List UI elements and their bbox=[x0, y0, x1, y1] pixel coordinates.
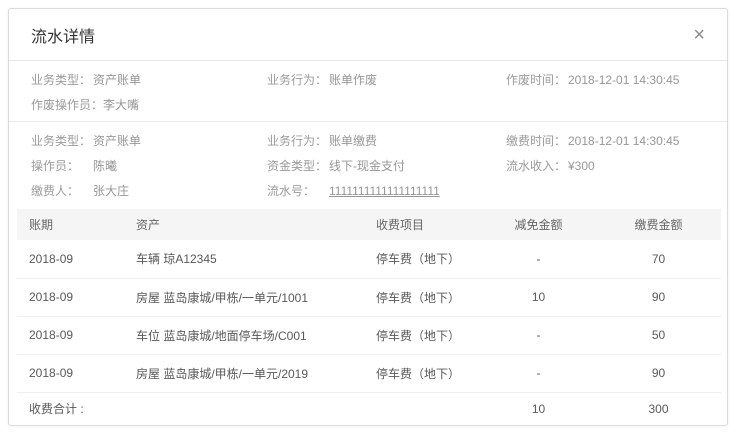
field-void-time: 作废时间： 2018-12-01 14:30:45 bbox=[506, 67, 705, 92]
cell-asset: 房屋 蓝岛康城/甲栋/一单元/1001 bbox=[124, 278, 364, 316]
charge-table: 账期 资产 收费项目 减免金额 缴费金额 2018-09 车辆 琼A12345 … bbox=[17, 209, 721, 425]
field-label: 业务行为： bbox=[267, 132, 329, 149]
modal-header: 流水详情 × bbox=[9, 9, 727, 61]
col-header-asset: 资产 bbox=[124, 209, 364, 240]
field-flow-no: 流水号： 1111111111111111111 bbox=[267, 178, 506, 203]
col-header-reduction: 减免金额 bbox=[481, 209, 596, 240]
field-value: 资产账单 bbox=[93, 132, 141, 149]
field-empty bbox=[506, 178, 705, 203]
footer-reduction-total: 10 bbox=[481, 392, 596, 425]
field-label: 流水号： bbox=[267, 182, 329, 199]
table-row: 2018-09 房屋 蓝岛康城/甲栋/一单元/1001 停车费（地下） 10 9… bbox=[17, 278, 721, 316]
field-label: 流水收入： bbox=[506, 157, 568, 174]
field-value: ¥300 bbox=[568, 159, 595, 173]
cell-reduction: - bbox=[481, 240, 596, 278]
field-value: 线下-现金支付 bbox=[329, 157, 405, 174]
field-value: 账单缴费 bbox=[329, 132, 377, 149]
col-header-period: 账期 bbox=[17, 209, 124, 240]
field-business-action: 业务行为： 账单作废 bbox=[267, 67, 506, 92]
close-icon[interactable]: × bbox=[693, 25, 705, 45]
field-value: 李大嘴 bbox=[103, 96, 139, 113]
cell-reduction: 10 bbox=[481, 278, 596, 316]
field-label: 作废操作员： bbox=[31, 96, 103, 113]
cell-charge-item: 停车费（地下） bbox=[364, 240, 481, 278]
cell-reduction: - bbox=[481, 316, 596, 354]
field-label: 业务类型： bbox=[31, 71, 93, 88]
field-fund-type: 资金类型： 线下-现金支付 bbox=[267, 153, 506, 178]
cell-asset: 车位 蓝岛康城/地面停车场/C001 bbox=[124, 316, 364, 354]
field-business-type: 业务类型： 资产账单 bbox=[31, 67, 267, 92]
table-row: 2018-09 车辆 琼A12345 停车费（地下） - 70 bbox=[17, 240, 721, 278]
footer-amount-total: 300 bbox=[596, 392, 721, 425]
cell-period: 2018-09 bbox=[17, 240, 124, 278]
field-value: 2018-12-01 14:30:45 bbox=[568, 73, 679, 87]
col-header-charge-item: 收费项目 bbox=[364, 209, 481, 240]
field-label: 操作员： bbox=[31, 157, 93, 174]
cell-asset: 车辆 琼A12345 bbox=[124, 240, 364, 278]
field-business-type: 业务类型： 资产账单 bbox=[31, 128, 267, 153]
field-value: 账单作废 bbox=[329, 71, 377, 88]
cell-amount: 50 bbox=[596, 316, 721, 354]
cell-amount: 70 bbox=[596, 240, 721, 278]
field-payer: 缴费人： 张大庄 bbox=[31, 178, 267, 203]
field-value: 资产账单 bbox=[93, 71, 141, 88]
col-header-amount: 缴费金额 bbox=[596, 209, 721, 240]
field-label: 缴费时间： bbox=[506, 132, 568, 149]
field-value: 张大庄 bbox=[93, 182, 129, 199]
field-value: 陈曦 bbox=[93, 157, 117, 174]
field-label: 业务行为： bbox=[267, 71, 329, 88]
cell-charge-item: 停车费（地下） bbox=[364, 278, 481, 316]
table-footer-row: 收费合计 : 10 300 bbox=[17, 392, 721, 425]
cell-amount: 90 bbox=[596, 278, 721, 316]
cell-charge-item: 停车费（地下） bbox=[364, 316, 481, 354]
field-business-action: 业务行为： 账单缴费 bbox=[267, 128, 506, 153]
table-header-row: 账期 资产 收费项目 减免金额 缴费金额 bbox=[17, 209, 721, 240]
footer-total-label: 收费合计 : bbox=[17, 392, 481, 425]
field-flow-income: 流水收入： ¥300 bbox=[506, 153, 705, 178]
field-label: 资金类型： bbox=[267, 157, 329, 174]
field-label: 缴费人： bbox=[31, 182, 93, 199]
cell-charge-item: 停车费（地下） bbox=[364, 354, 481, 392]
cell-amount: 90 bbox=[596, 354, 721, 392]
cell-asset: 房屋 蓝岛康城/甲栋/一单元/2019 bbox=[124, 354, 364, 392]
cell-period: 2018-09 bbox=[17, 278, 124, 316]
flow-number-link[interactable]: 1111111111111111111 bbox=[329, 184, 440, 198]
field-label: 作废时间： bbox=[506, 71, 568, 88]
field-pay-time: 缴费时间： 2018-12-01 14:30:45 bbox=[506, 128, 705, 153]
void-info-section: 业务类型： 资产账单 业务行为： 账单作废 作废时间： 2018-12-01 1… bbox=[9, 61, 727, 122]
flow-detail-modal: 流水详情 × 业务类型： 资产账单 业务行为： 账单作废 作废时间： 2018-… bbox=[8, 8, 728, 426]
field-void-operator: 作废操作员： 李大嘴 bbox=[31, 92, 267, 117]
cell-period: 2018-09 bbox=[17, 354, 124, 392]
field-label: 业务类型： bbox=[31, 132, 93, 149]
cell-reduction: - bbox=[481, 354, 596, 392]
table-row: 2018-09 车位 蓝岛康城/地面停车场/C001 停车费（地下） - 50 bbox=[17, 316, 721, 354]
cell-period: 2018-09 bbox=[17, 316, 124, 354]
field-value: 2018-12-01 14:30:45 bbox=[568, 134, 679, 148]
table-row: 2018-09 房屋 蓝岛康城/甲栋/一单元/2019 停车费（地下） - 90 bbox=[17, 354, 721, 392]
modal-title: 流水详情 bbox=[31, 23, 95, 47]
field-operator: 操作员： 陈曦 bbox=[31, 153, 267, 178]
payment-info-section: 业务类型： 资产账单 业务行为： 账单缴费 缴费时间： 2018-12-01 1… bbox=[9, 122, 727, 207]
